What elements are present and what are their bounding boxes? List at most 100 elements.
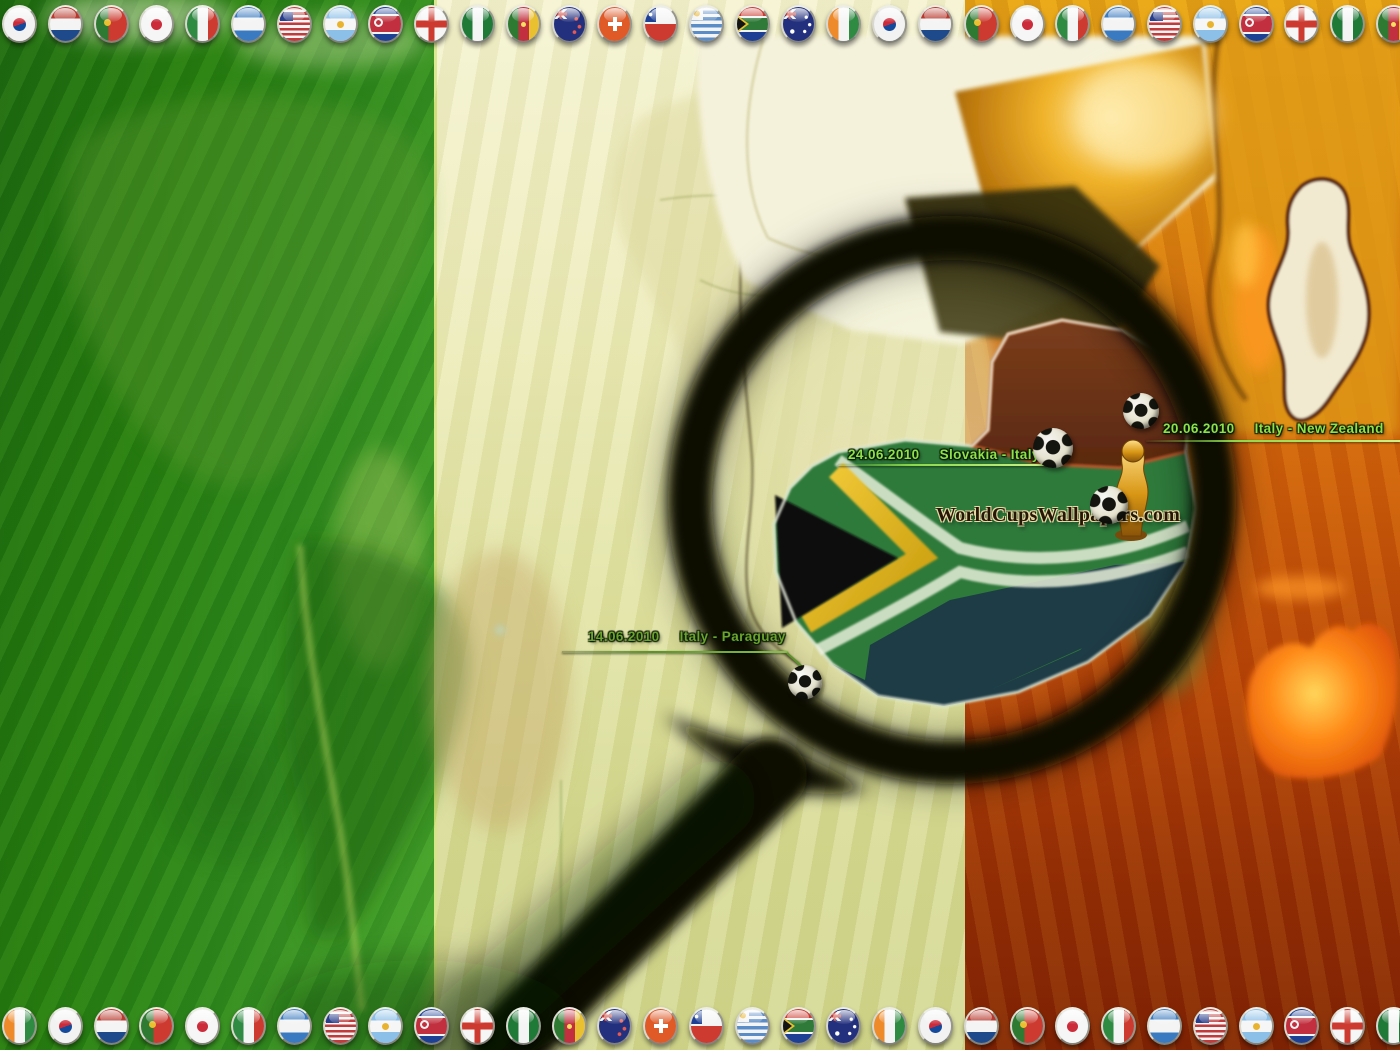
flag-face-en <box>416 7 447 41</box>
flag-face-kp <box>1286 1009 1317 1043</box>
flag-face-nl <box>920 7 951 41</box>
flag-cl-icon <box>689 1007 724 1045</box>
flag-face-au <box>783 7 814 41</box>
flag-face-pt <box>141 1009 172 1043</box>
flag-face-ar <box>325 7 356 41</box>
wallpaper-root: 24.06.2010Slovakia - Italy 20.06.2010Ita… <box>0 0 1400 1050</box>
soccer-ball-marker-icon <box>1033 428 1073 468</box>
flag-pt-icon <box>964 5 999 43</box>
flag-face-ci <box>4 1009 35 1043</box>
flag-pt-icon <box>94 5 129 43</box>
flag-row-top <box>0 5 1400 45</box>
flag-face-jp <box>1057 1009 1088 1043</box>
flag-face-ch <box>599 7 630 41</box>
match-date: 14.06.2010 <box>588 629 660 644</box>
flag-nl-icon <box>918 5 953 43</box>
flag-face-it <box>187 7 218 41</box>
flag-hn-icon <box>231 5 266 43</box>
match-date: 24.06.2010 <box>848 447 920 462</box>
flag-face-jp <box>141 7 172 41</box>
flag-face-ar <box>370 1009 401 1043</box>
flag-hn-icon <box>277 1007 312 1045</box>
flag-face-kp <box>370 7 401 41</box>
flag-face-us <box>279 7 310 41</box>
flag-face-us <box>325 1009 356 1043</box>
flag-ch-icon <box>643 1007 678 1045</box>
flag-us-icon <box>1193 1007 1228 1045</box>
flag-kp-icon <box>1284 1007 1319 1045</box>
flag-face-nz <box>554 7 585 41</box>
flag-ci-icon <box>872 1007 907 1045</box>
flag-us-icon <box>1147 5 1182 43</box>
flag-cm-icon <box>506 5 541 43</box>
flag-face-it <box>1057 7 1088 41</box>
flag-au-icon <box>826 1007 861 1045</box>
flag-face-nz <box>599 1009 630 1043</box>
match-label-italy-paraguay: 14.06.2010 Italy - Paraguay <box>588 629 786 644</box>
magnifier-handle <box>270 714 866 1050</box>
flag-face-uy <box>691 7 722 41</box>
flag-pt-icon <box>139 1007 174 1045</box>
flag-face-en <box>1286 7 1317 41</box>
match-label-slovakia-italy: 24.06.2010Slovakia - Italy <box>848 447 1040 462</box>
flag-face-kr <box>874 7 905 41</box>
flag-face-kp <box>1241 7 1272 41</box>
flag-face-ar <box>1195 7 1226 41</box>
flag-face-pt <box>96 7 127 41</box>
flag-face-nl <box>96 1009 127 1043</box>
flag-face-uy <box>737 1009 768 1043</box>
flag-face-kr <box>4 7 35 41</box>
soccer-ball-marker-icon <box>1123 393 1159 429</box>
flag-pt-icon <box>1010 1007 1045 1045</box>
flag-face-pt <box>1012 1009 1043 1043</box>
flag-kr-icon <box>872 5 907 43</box>
match-fixture: Italy - Paraguay <box>680 629 786 644</box>
flag-ng-icon <box>1330 5 1365 43</box>
flag-kr-icon <box>918 1007 953 1045</box>
flag-face-en <box>462 1009 493 1043</box>
flag-ar-icon <box>1193 5 1228 43</box>
flag-face-us <box>1195 1009 1226 1043</box>
flag-face-ci <box>828 7 859 41</box>
flag-face-it <box>233 1009 264 1043</box>
flag-en-icon <box>1284 5 1319 43</box>
flag-face-hn <box>1149 1009 1180 1043</box>
flag-it-icon <box>185 5 220 43</box>
match-label-italy-newzealand: 20.06.2010Italy - New Zealand <box>1163 421 1384 436</box>
flag-face-ci <box>874 1009 905 1043</box>
flag-kr-icon <box>48 1007 83 1045</box>
flag-face-jp <box>187 1009 218 1043</box>
flag-ci-icon <box>826 5 861 43</box>
flag-face-ng <box>508 1009 539 1043</box>
flag-face-cm <box>1378 7 1400 41</box>
flag-au-icon <box>781 5 816 43</box>
flag-ar-icon <box>323 5 358 43</box>
flag-kp-icon <box>1239 5 1274 43</box>
flag-uy-icon <box>689 5 724 43</box>
flag-nl-icon <box>964 1007 999 1045</box>
flag-nl-icon <box>48 5 83 43</box>
flag-hn-icon <box>1101 5 1136 43</box>
flag-face-ch <box>645 1009 676 1043</box>
soccer-ball-marker-icon <box>1090 486 1128 524</box>
flag-face-kp <box>416 1009 447 1043</box>
flag-face-cl <box>645 7 676 41</box>
flag-en-icon <box>460 1007 495 1045</box>
flag-face-cm <box>508 7 539 41</box>
flag-face-cm <box>554 1009 585 1043</box>
flag-za-icon <box>781 1007 816 1045</box>
flag-ng-icon <box>460 5 495 43</box>
flag-face-jp <box>1012 7 1043 41</box>
flag-cm-icon <box>1376 5 1400 43</box>
flag-face-it <box>1103 1009 1134 1043</box>
flag-cm-icon <box>552 1007 587 1045</box>
flag-nl-icon <box>94 1007 129 1045</box>
watermark-text: WorldCupsWallpapers.com <box>936 504 1180 527</box>
flag-en-icon <box>414 5 449 43</box>
flag-jp-icon <box>185 1007 220 1045</box>
flag-face-pt <box>966 7 997 41</box>
flag-us-icon <box>277 5 312 43</box>
flag-ng-icon <box>506 1007 541 1045</box>
flag-face-hn <box>1103 7 1134 41</box>
flag-nz-icon <box>552 5 587 43</box>
